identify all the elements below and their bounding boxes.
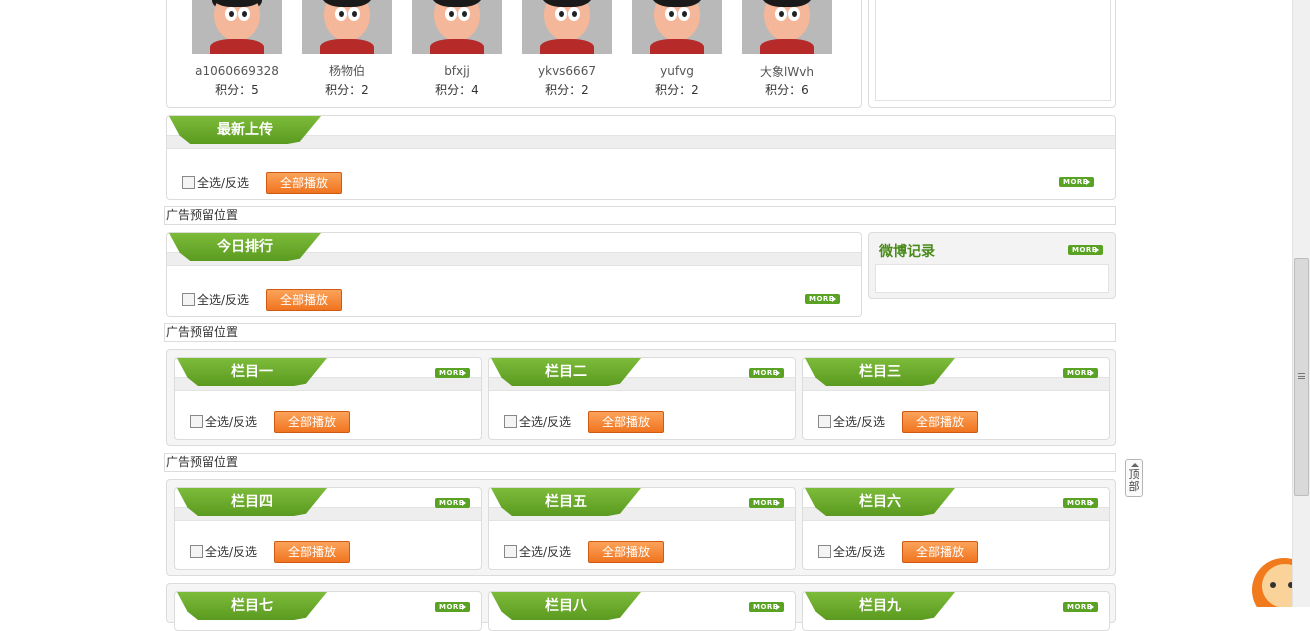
column-box: 栏目六 MORE 全选/反选 全部播放 (802, 487, 1110, 570)
select-all-checkbox[interactable] (504, 415, 517, 428)
avatar[interactable] (632, 0, 722, 54)
today-rank-panel: 今日排行 全选/反选 全部播放 MORE (166, 232, 862, 317)
back-to-top-label: 顶部 (1128, 468, 1140, 493)
column-box: 栏目一 MORE 全选/反选 全部播放 (174, 357, 482, 440)
more-link[interactable]: MORE (1068, 245, 1103, 255)
select-all-checkbox[interactable] (182, 293, 195, 306)
play-all-button[interactable]: 全部播放 (588, 411, 664, 433)
more-link[interactable]: MORE (805, 294, 840, 304)
play-all-button[interactable]: 全部播放 (902, 541, 978, 563)
more-link[interactable]: MORE (435, 498, 470, 508)
more-link[interactable]: MORE (1063, 368, 1098, 378)
select-all-checkbox[interactable] (818, 545, 831, 558)
play-all-button[interactable]: 全部播放 (588, 541, 664, 563)
user-score: 积分：4 (435, 83, 479, 97)
column-tab[interactable]: 栏目四 (177, 488, 327, 516)
column-box: 栏目四 MORE 全选/反选 全部播放 (174, 487, 482, 570)
user-score: 积分：2 (545, 83, 589, 97)
column-tab[interactable]: 栏目六 (805, 488, 955, 516)
weibo-content (875, 264, 1109, 293)
select-all-label: 全选/反选 (833, 415, 886, 429)
play-all-button[interactable]: 全部播放 (902, 411, 978, 433)
scrollbar-thumb[interactable] (1294, 258, 1309, 496)
select-all-checkbox[interactable] (182, 176, 195, 189)
avatar[interactable] (742, 0, 832, 54)
latest-upload-tab[interactable]: 最新上传 (169, 116, 321, 144)
more-link[interactable]: MORE (1063, 602, 1098, 612)
column-tab[interactable]: 栏目二 (491, 358, 641, 386)
more-link[interactable]: MORE (435, 602, 470, 612)
select-all-checkbox[interactable] (190, 415, 203, 428)
more-link[interactable]: MORE (749, 368, 784, 378)
right-top-panel (868, 0, 1116, 108)
play-all-button[interactable]: 全部播放 (274, 411, 350, 433)
select-all-label: 全选/反选 (833, 545, 886, 559)
select-all-checkbox[interactable] (818, 415, 831, 428)
avatar[interactable] (192, 0, 282, 54)
column-box: 栏目八 MORE (488, 591, 796, 631)
ad-placeholder: 广告预留位置 (164, 323, 1116, 342)
panel-strip (167, 135, 1115, 149)
user-score: 积分：6 (765, 83, 809, 97)
user-name[interactable]: 大象lWvh (732, 63, 842, 80)
play-all-button[interactable]: 全部播放 (266, 172, 342, 194)
avatar[interactable] (412, 0, 502, 54)
today-rank-tab[interactable]: 今日排行 (169, 233, 321, 261)
more-link[interactable]: MORE (1059, 177, 1094, 187)
weibo-panel: 微博记录 MORE (868, 232, 1116, 299)
ad-placeholder: 广告预留位置 (164, 206, 1116, 225)
select-all-label: 全选/反选 (205, 545, 258, 559)
user-name[interactable]: ykvs6667 (512, 64, 622, 78)
select-all-label: 全选/反选 (519, 545, 572, 559)
vertical-scrollbar[interactable] (1292, 0, 1310, 607)
column-group: 栏目七 MORE 栏目八 MORE 栏目九 MORE (166, 583, 1116, 631)
user-score: 积分：2 (325, 83, 369, 97)
column-tab[interactable]: 栏目八 (491, 592, 641, 620)
column-tab[interactable]: 栏目七 (177, 592, 327, 620)
grip-line (1298, 376, 1305, 377)
select-all-label: 全选/反选 (205, 415, 258, 429)
column-box: 栏目九 MORE (802, 591, 1110, 631)
column-box: 栏目二 MORE 全选/反选 全部播放 (488, 357, 796, 440)
select-all-checkbox[interactable] (504, 545, 517, 558)
column-group: 栏目一 MORE 全选/反选 全部播放 栏目二 MORE 全选/反选 全部播放 … (166, 349, 1116, 446)
column-box: 栏目三 MORE 全选/反选 全部播放 (802, 357, 1110, 440)
weibo-title: 微博记录 (879, 244, 935, 260)
column-box: 栏目五 MORE 全选/反选 全部播放 (488, 487, 796, 570)
more-link[interactable]: MORE (749, 498, 784, 508)
play-all-button[interactable]: 全部播放 (274, 541, 350, 563)
caret-up-icon (1131, 463, 1139, 467)
more-link[interactable]: MORE (1063, 498, 1098, 508)
user-name[interactable]: a1060669328 (182, 64, 292, 78)
avatar[interactable] (302, 0, 392, 54)
column-tab[interactable]: 栏目九 (805, 592, 955, 620)
user-score: 积分：5 (215, 83, 259, 97)
user-score: 积分：2 (655, 83, 699, 97)
user-name[interactable]: bfxjj (402, 64, 512, 78)
user-name[interactable]: 杨物伯 (292, 62, 402, 79)
back-to-top-button[interactable]: 顶部 (1125, 459, 1143, 497)
user-name[interactable]: yufvg (622, 64, 732, 78)
column-tab[interactable]: 栏目三 (805, 358, 955, 386)
right-top-inner (875, 0, 1111, 101)
select-all-label: 全选/反选 (197, 176, 250, 190)
select-all-checkbox[interactable] (190, 545, 203, 558)
more-link[interactable]: MORE (749, 602, 784, 612)
select-all-label: 全选/反选 (197, 293, 250, 307)
ad-placeholder: 广告预留位置 (164, 453, 1116, 472)
select-all-label: 全选/反选 (519, 415, 572, 429)
column-tab[interactable]: 栏目五 (491, 488, 641, 516)
avatar[interactable] (522, 0, 612, 54)
column-group: 栏目四 MORE 全选/反选 全部播放 栏目五 MORE 全选/反选 全部播放 … (166, 479, 1116, 576)
column-tab[interactable]: 栏目一 (177, 358, 327, 386)
more-link[interactable]: MORE (435, 368, 470, 378)
column-box: 栏目七 MORE (174, 591, 482, 631)
play-all-button[interactable]: 全部播放 (266, 289, 342, 311)
latest-upload-panel: 最新上传 全选/反选 全部播放 MORE (166, 115, 1116, 200)
